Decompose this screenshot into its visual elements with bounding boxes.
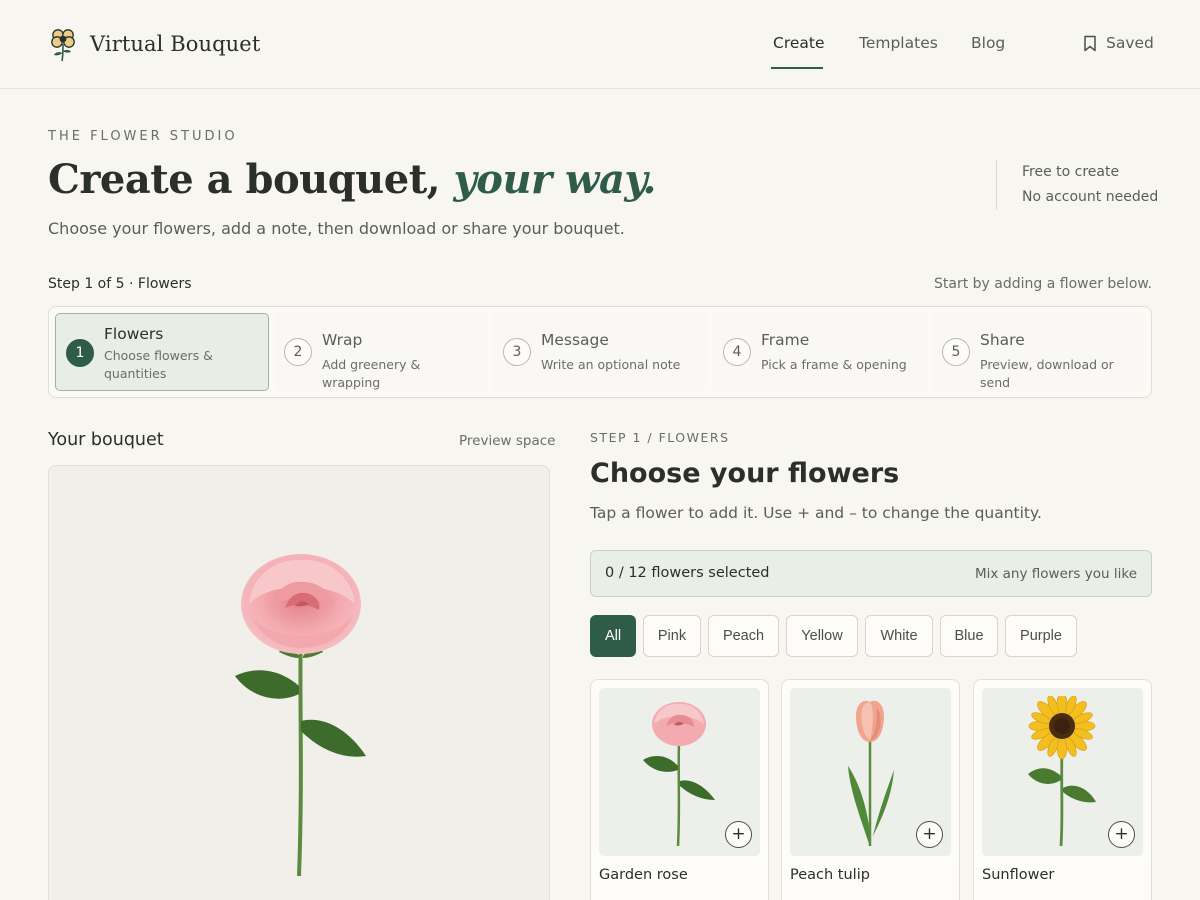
chooser-title: Choose your flowers [590,458,900,489]
selection-counter: 0 / 12 flowers selected Mix any flowers … [590,550,1152,597]
step-description: Pick a frame & opening [761,357,907,372]
add-flower-button[interactable]: + [725,821,752,848]
flower-name: Sunflower [982,867,1055,883]
step-number: 4 [723,338,751,366]
selection-count: 0 / 12 flowers selected [605,565,770,581]
step-share[interactable]: 5 Share Preview, download or send [932,313,1146,391]
hero-eyebrow: THE FLOWER STUDIO [48,129,238,144]
nav-active-underline [771,67,823,69]
page-subtitle: Choose your flowers, add a note, then do… [48,219,625,238]
flower-card-garden-rose[interactable]: + Garden rose [590,679,769,900]
rose-image [235,554,366,877]
step-flowers[interactable]: 1 Flowers Choose flowers & quantities [55,313,269,391]
hero-side-note: No account needed [1022,189,1159,205]
hero-side-notes: Free to create No account needed [996,160,1158,210]
filter-all[interactable]: All [590,615,636,657]
filter-blue[interactable]: Blue [940,615,998,657]
step-frame[interactable]: 4 Frame Pick a frame & opening [713,313,927,391]
brand-name: Virtual Bouquet [90,32,261,56]
step-title: Wrap [322,331,363,349]
flower-name: Garden rose [599,867,688,883]
step-description: Preview, download or send [980,357,1114,390]
preview-note: Preview space [459,433,556,449]
hero-side-note: Free to create [1022,164,1120,180]
step-title: Flowers [104,325,164,343]
flower-thumbnail: + [599,688,760,856]
filter-purple[interactable]: Purple [1005,615,1077,657]
page-title-accent: your way. [453,156,657,203]
filter-yellow[interactable]: Yellow [786,615,858,657]
step-description: Choose flowers & quantities [104,348,213,381]
step-number: 1 [66,339,94,367]
flower-card-sunflower[interactable]: + Sunflower [973,679,1152,900]
flower-logo-icon [51,29,75,62]
rose-image [643,702,715,847]
saved-label: Saved [1106,34,1154,52]
chooser-subtitle: Tap a flower to add it. Use + and – to c… [590,504,1042,522]
page-title: Create a bouquet, your way. [48,156,656,203]
add-flower-button[interactable]: + [1108,821,1135,848]
step-hint: Start by adding a flower below. [934,276,1152,292]
step-number: 3 [503,338,531,366]
step-number: 2 [284,338,312,366]
flower-thumbnail: + [790,688,951,856]
step-title: Message [541,331,609,349]
step-wrap[interactable]: 2 Wrap Add greenery & wrapping [274,313,488,391]
step-title: Frame [761,331,810,349]
filter-pink[interactable]: Pink [643,615,701,657]
stepper: 1 Flowers Choose flowers & quantities 2 … [48,306,1152,398]
add-flower-button[interactable]: + [916,821,943,848]
selection-hint: Mix any flowers you like [974,566,1137,582]
page-title-main: Create a bouquet, [48,156,441,203]
step-description: Add greenery & wrapping [322,357,421,390]
nav-blog[interactable]: Blog [971,34,1005,52]
brand[interactable]: Virtual Bouquet [48,26,260,62]
chooser-eyebrow: STEP 1 / FLOWERS [590,430,730,445]
step-title: Share [980,331,1025,349]
flower-card-peach-tulip[interactable]: + Peach tulip [781,679,960,900]
top-header: Virtual Bouquet Create Templates Blog Sa… [0,0,1200,89]
step-message[interactable]: 3 Message Write an optional note [493,313,707,391]
nav-create[interactable]: Create [773,34,825,52]
nav-templates[interactable]: Templates [859,34,938,52]
step-description: Write an optional note [541,357,681,372]
preview-title: Your bouquet [48,430,164,450]
flower-thumbnail: + [982,688,1143,856]
bouquet-preview-canvas[interactable] [48,465,550,900]
bookmark-icon [1084,35,1096,51]
filter-peach[interactable]: Peach [708,615,779,657]
sunflower-image [1028,696,1096,847]
saved-button[interactable]: Saved [1083,34,1154,52]
filter-white[interactable]: White [865,615,933,657]
flower-name: Peach tulip [790,867,870,883]
step-progress-text: Step 1 of 5 · Flowers [48,276,192,292]
step-number: 5 [942,338,970,366]
tulip-image [848,700,894,846]
